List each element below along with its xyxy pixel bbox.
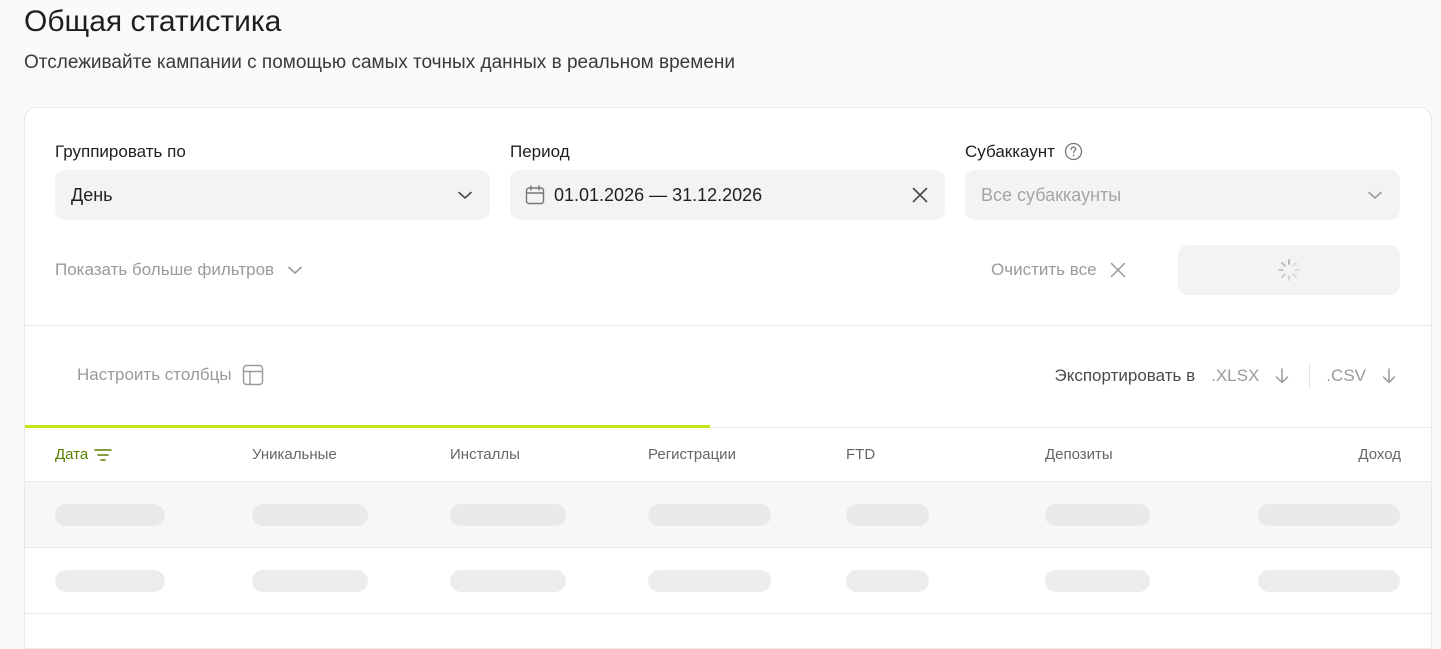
arrow-down-icon — [1380, 367, 1398, 385]
table-row-skeleton — [25, 482, 1431, 548]
table-header: Дата Уникальные Инсталлы Регистрации FTD… — [25, 428, 1431, 482]
column-header-unique[interactable]: Уникальные — [252, 428, 337, 482]
column-header-label: Дата — [55, 446, 89, 463]
group-by-select[interactable]: День — [55, 170, 490, 220]
cell-skeleton — [1258, 570, 1400, 592]
statistics-card: Группировать по День Период 01.01.2026 —… — [24, 107, 1432, 649]
clear-all-button[interactable]: Очистить все — [991, 260, 1127, 280]
chevron-down-icon — [1366, 186, 1384, 204]
cell-skeleton — [648, 570, 771, 592]
subaccount-placeholder: Все субаккаунты — [981, 184, 1122, 205]
cell-skeleton — [450, 570, 566, 592]
export-csv-button[interactable]: .CSV — [1326, 366, 1398, 386]
chevron-down-icon — [286, 261, 304, 279]
column-header-date[interactable]: Дата — [55, 428, 113, 482]
calendar-icon — [524, 184, 546, 206]
column-header-registrations[interactable]: Регистрации — [648, 428, 736, 482]
group-by-value: День — [71, 184, 113, 205]
export-controls: Экспортировать в .XLSX .CSV — [1055, 364, 1399, 388]
export-xlsx-label: .XLSX — [1211, 366, 1260, 385]
export-label: Экспортировать в — [1054, 366, 1196, 385]
cell-skeleton — [55, 570, 165, 592]
period-label: Период — [510, 142, 570, 161]
subaccount-label-text: Субаккаунт — [965, 142, 1055, 161]
cell-skeleton — [1258, 504, 1400, 526]
column-header-deposits[interactable]: Депозиты — [1045, 428, 1113, 482]
cell-skeleton — [648, 504, 771, 526]
period-value: 01.01.2026 — 31.12.2026 — [554, 184, 763, 205]
cell-skeleton — [450, 504, 566, 526]
sort-filter-icon — [94, 448, 113, 462]
page-title: Общая статистика — [24, 5, 282, 38]
cell-skeleton — [252, 504, 368, 526]
subaccount-label: Субаккаунт — [965, 141, 1083, 163]
close-icon[interactable] — [911, 186, 929, 204]
export-separator — [1309, 364, 1311, 388]
export-csv-label: .CSV — [1326, 366, 1366, 385]
close-icon — [1109, 261, 1127, 279]
subaccount-select[interactable]: Все субаккаунты — [965, 170, 1400, 220]
cell-skeleton — [55, 504, 165, 526]
column-header-revenue[interactable]: Доход — [1358, 428, 1401, 482]
column-header-installs[interactable]: Инсталлы — [450, 428, 520, 482]
arrow-down-icon — [1273, 367, 1291, 385]
question-circle-icon[interactable] — [1064, 142, 1083, 161]
column-header-ftd[interactable]: FTD — [846, 428, 875, 482]
cell-skeleton — [846, 504, 929, 526]
cell-skeleton — [252, 570, 368, 592]
chevron-down-icon — [456, 186, 474, 204]
table-toolbar: Настроить столбцы Экспортировать в .XLSX… — [25, 326, 1431, 426]
cell-skeleton — [846, 570, 929, 592]
cell-skeleton — [1045, 570, 1150, 592]
page-subtitle: Отслеживайте кампании с помощью самых то… — [24, 52, 735, 73]
table-row-skeleton — [25, 548, 1431, 614]
configure-columns-label: Настроить столбцы — [77, 365, 232, 384]
apply-filters-button[interactable] — [1178, 245, 1400, 295]
show-more-filters-label: Показать больше фильтров — [55, 260, 275, 279]
cell-skeleton — [1045, 504, 1150, 526]
configure-columns-button[interactable]: Настроить столбцы — [77, 364, 264, 386]
show-more-filters-button[interactable]: Показать больше фильтров — [55, 260, 304, 280]
columns-layout-icon — [242, 364, 264, 386]
group-by-label: Группировать по — [55, 142, 186, 161]
period-date-picker[interactable]: 01.01.2026 — 31.12.2026 — [510, 170, 945, 220]
clear-all-label: Очистить все — [991, 260, 1097, 279]
export-xlsx-button[interactable]: .XLSX — [1211, 366, 1291, 386]
loading-spinner-icon — [1277, 258, 1301, 282]
